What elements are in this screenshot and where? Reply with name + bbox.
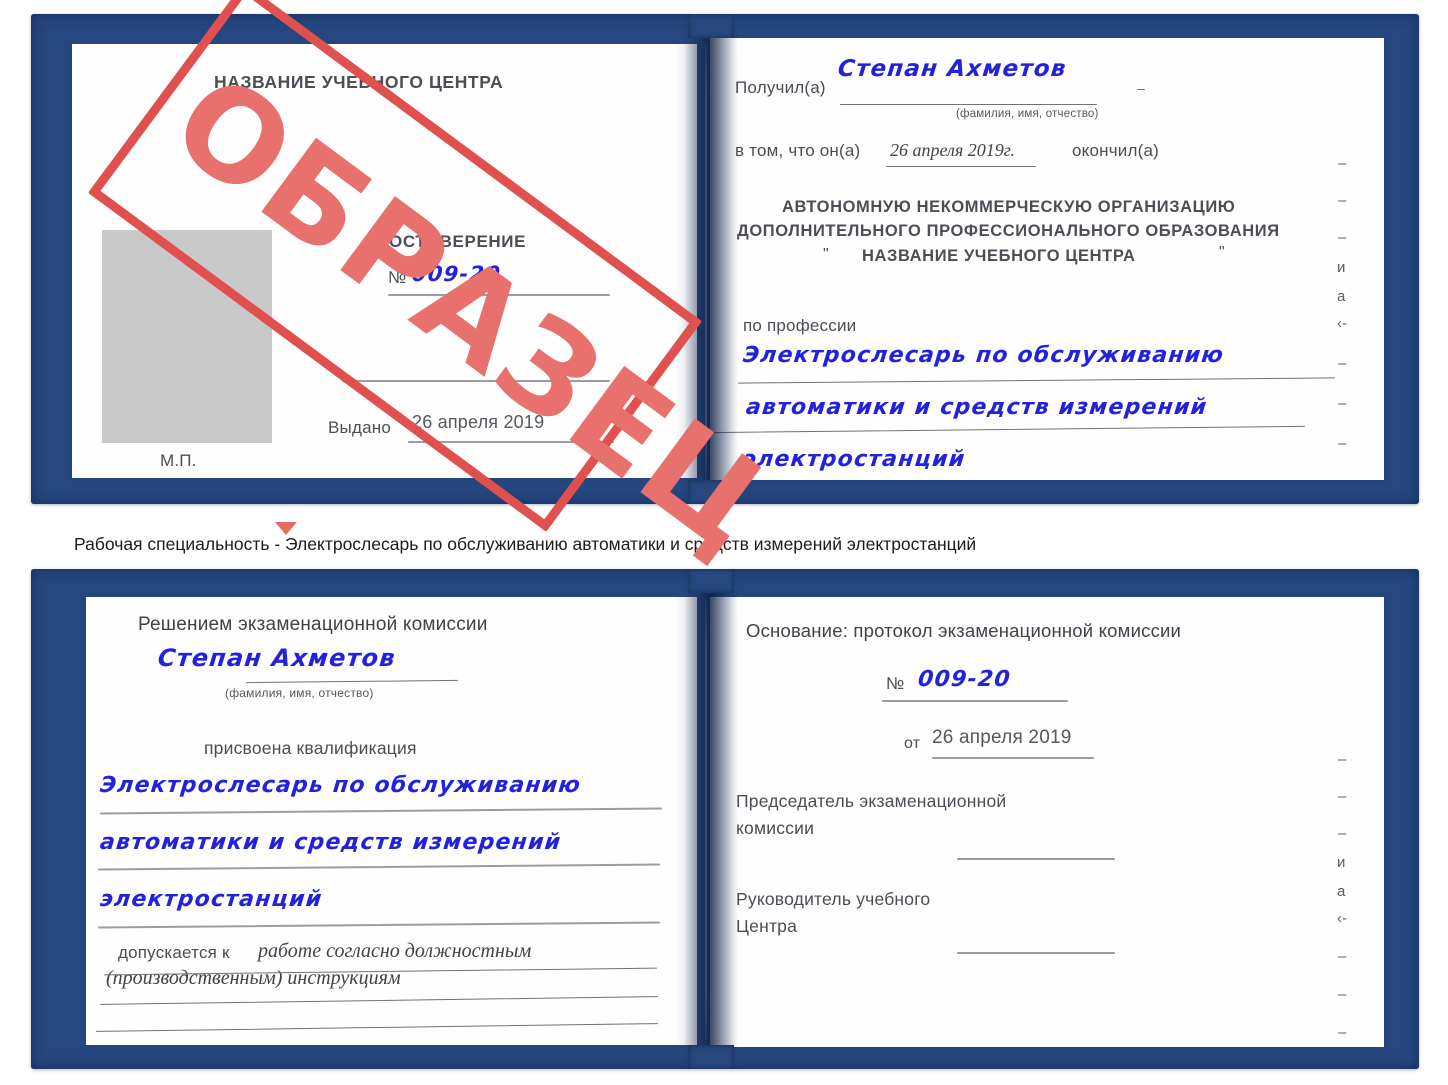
- photo-placeholder: [102, 230, 272, 443]
- profession-value-line-1: Электрослесарь по обслуживанию: [741, 343, 1226, 368]
- certificate-number-rule: [388, 294, 610, 296]
- chairman-label-line-1: Председатель экзаменационной: [736, 791, 1007, 811]
- head-label-line-1: Руководитель учебного: [736, 889, 931, 909]
- profession-label: по профессии: [743, 316, 857, 335]
- edge-bleed-top-6: ‹-: [1337, 315, 1347, 332]
- certificate-number-value: 009-20: [410, 262, 503, 286]
- edge-bleed-bottom-1: –: [1338, 751, 1347, 768]
- issued-rule: [408, 441, 614, 443]
- edge-bleed-top-7: –: [1338, 355, 1347, 372]
- edge-bleed-bottom-4: и: [1337, 854, 1346, 871]
- organization-quote-close: ": [1219, 244, 1225, 261]
- qualification-rule-2: [98, 863, 660, 871]
- edge-bleed-top-3: –: [1338, 229, 1347, 246]
- specialty-caption: Рабочая специальность - Электрослесарь п…: [74, 534, 977, 554]
- qualification-value-line-2: автоматики и средств измерений: [98, 830, 563, 855]
- commission-decision-heading: Решением экзаменационной комиссии: [138, 614, 488, 635]
- page-bottom-right: Основание: протокол экзаменационной коми…: [710, 597, 1384, 1047]
- qualification-rule-3: [98, 921, 660, 929]
- protocol-number-label: №: [886, 674, 905, 693]
- basis-label: Основание: протокол экзаменационной коми…: [746, 620, 1182, 641]
- organization-quote-open: ": [823, 246, 829, 263]
- page-top-right: Получил(а) Степан Ахметов (фамилия, имя,…: [710, 38, 1384, 480]
- document-kind-label: УДОСТОВЕРЕНИЕ: [366, 232, 527, 251]
- profession-rule-1: [738, 377, 1335, 384]
- qualification-label: присвоена квалификация: [204, 738, 417, 758]
- edge-bleed-bottom-2: –: [1338, 788, 1347, 805]
- edge-bleed-bottom-5: а: [1337, 883, 1346, 900]
- profession-value-line-2: автоматики и средств измерений: [744, 395, 1209, 420]
- admitted-rule-3: [96, 1023, 658, 1032]
- organization-line-1: АВТОНОМНУЮ НЕКОММЕРЧЕСКУЮ ОРГАНИЗАЦИЮ: [782, 198, 1236, 216]
- organization-line-3: НАЗВАНИЕ УЧЕБНОГО ЦЕНТРА: [862, 247, 1136, 265]
- certificate-number-label: №: [388, 268, 407, 287]
- training-center-title: НАЗВАНИЕ УЧЕБНОГО ЦЕНТРА: [214, 72, 504, 92]
- edge-bleed-bottom-6: ‹-: [1337, 910, 1347, 927]
- graduate-name-hint: (фамилия, имя, отчество): [225, 686, 374, 700]
- finished-label: окончил(а): [1072, 141, 1159, 160]
- qualification-value-line-1: Электрослесарь по обслуживанию: [98, 773, 583, 798]
- graduate-name-rule: [246, 679, 458, 684]
- protocol-number-rule: [882, 700, 1068, 702]
- seal-place-label: М.П.: [160, 451, 197, 470]
- chairman-signature-rule: [957, 858, 1115, 860]
- protocol-date-label: от: [904, 735, 921, 752]
- admitted-rule-2: [100, 996, 658, 1005]
- page-bottom-left: Решением экзаменационной комиссии Степан…: [86, 597, 697, 1045]
- in-that-rule: [886, 166, 1036, 167]
- admitted-label: допускается к: [118, 943, 230, 962]
- edge-bleed-top-1: –: [1338, 155, 1347, 172]
- qualification-value-line-3: электростанций: [98, 887, 324, 912]
- profession-value-line-3: электростанций: [741, 447, 967, 472]
- edge-bleed-top-8: –: [1338, 395, 1347, 412]
- profession-rule-2: [710, 425, 1305, 434]
- edge-bleed-bottom-7: –: [1338, 948, 1347, 965]
- head-signature-rule: [957, 952, 1115, 954]
- blank-rule-middle: [342, 380, 610, 382]
- in-that-label: в том, что он(а): [735, 141, 861, 160]
- issued-label: Выдано: [328, 418, 391, 437]
- received-dash: –: [1137, 80, 1145, 96]
- protocol-date-rule: [932, 757, 1094, 759]
- protocol-number-value: 009-20: [916, 667, 1013, 692]
- protocol-date-value: 26 апреля 2019: [932, 727, 1072, 748]
- head-label-line-2: Центра: [736, 916, 798, 936]
- edge-bleed-top-9: –: [1338, 435, 1347, 452]
- issued-value: 26 апреля 2019: [412, 412, 545, 432]
- page-top-left: НАЗВАНИЕ УЧЕБНОГО ЦЕНТРА УДОСТОВЕРЕНИЕ №…: [72, 44, 697, 478]
- edge-bleed-bottom-9: –: [1338, 1024, 1347, 1041]
- edge-bleed-top-5: а: [1337, 288, 1346, 305]
- graduate-name-value: Степан Ахметов: [156, 644, 398, 672]
- edge-bleed-bottom-8: –: [1338, 986, 1347, 1003]
- received-label: Получил(а): [735, 78, 826, 97]
- organization-line-2: ДОПОЛНИТЕЛЬНОГО ПРОФЕССИОНАЛЬНОГО ОБРАЗО…: [737, 222, 1280, 240]
- chairman-label-line-2: комиссии: [736, 818, 815, 838]
- in-that-date-value: 26 апреля 2019г.: [890, 140, 1016, 160]
- edge-bleed-top-4: и: [1337, 259, 1346, 276]
- received-name-value: Степан Ахметов: [836, 56, 1069, 82]
- received-hint: (фамилия, имя, отчество): [956, 108, 1099, 120]
- edge-bleed-bottom-3: –: [1338, 825, 1347, 842]
- edge-bleed-top-2: –: [1338, 192, 1347, 209]
- qualification-rule-1: [100, 807, 662, 815]
- received-rule: [840, 104, 1097, 105]
- admitted-value-line-1: работе согласно должностным: [258, 940, 532, 962]
